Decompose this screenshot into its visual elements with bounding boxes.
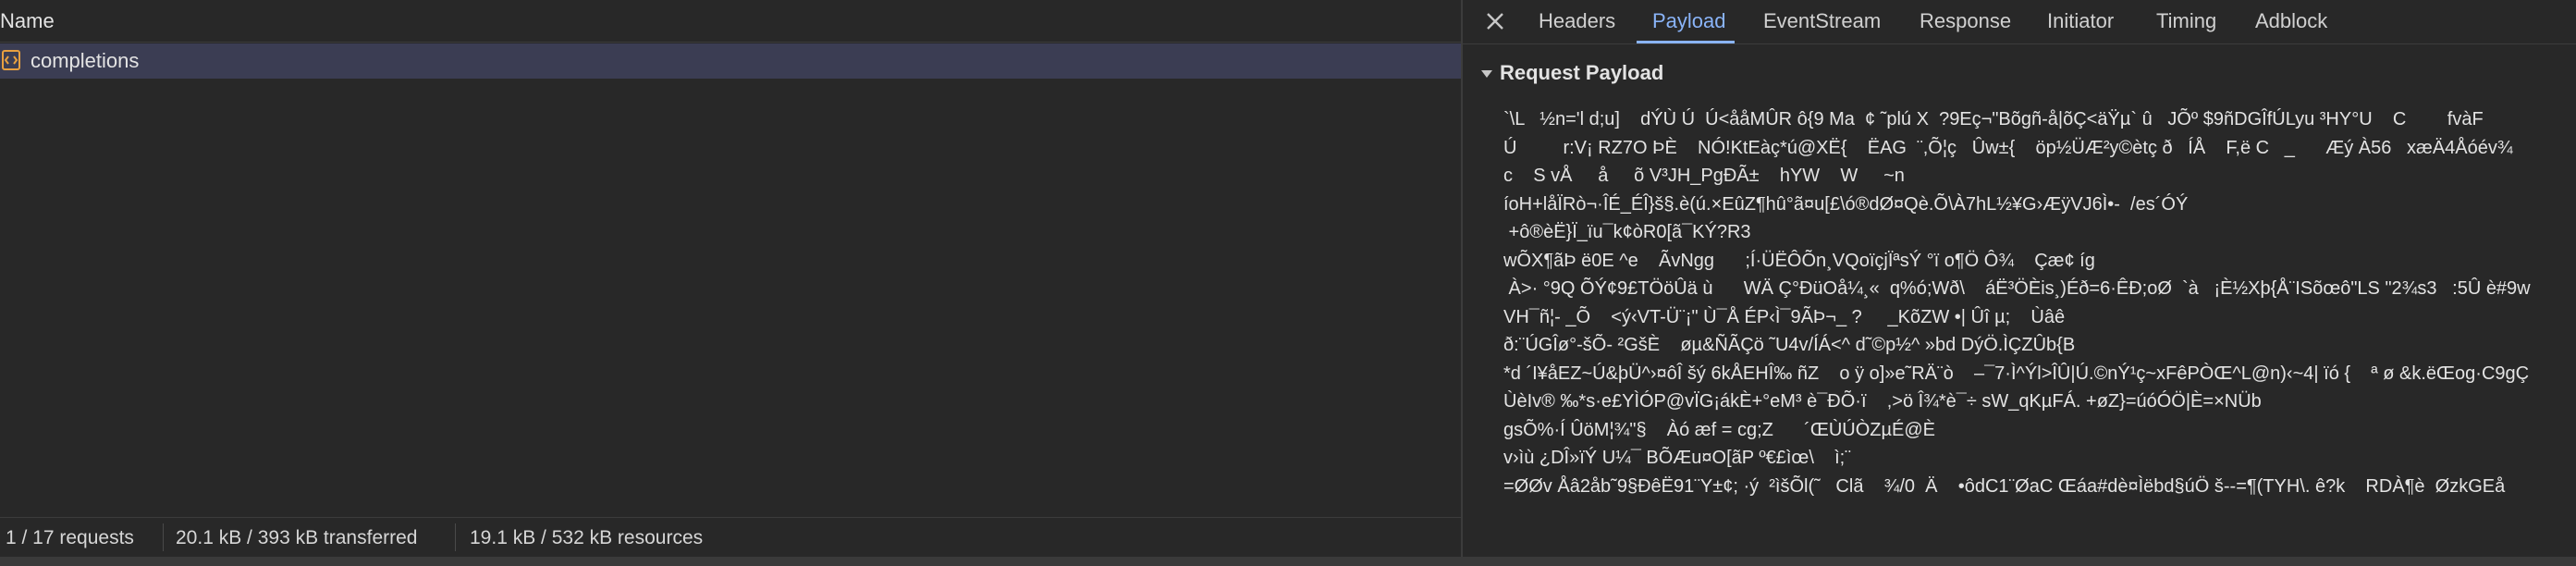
status-divider (455, 523, 456, 551)
payload-line: `\L ½n='l d;u] dÝÙ Ú Ú<ååMÛR ô{9 Ma ¢ ˜p… (1503, 109, 2484, 129)
list-header: Name (0, 0, 1461, 43)
details-tabbar: Headers Payload EventStream Response Ini… (1463, 0, 2576, 44)
payload-line: *d ´I¥åEZ~Ú&þÜ^›¤ôÎ šý 6kÅEHÎ‰ ñZ o ÿ o]… (1503, 363, 2530, 384)
tab-eventstream[interactable]: EventStream (1763, 9, 1881, 33)
transferred-size: 20.1 kB / 393 kB transferred (176, 527, 418, 548)
name-column-header[interactable]: Name (0, 9, 55, 33)
status-bar: 1 / 17 requests 20.1 kB / 393 kB transfe… (0, 517, 1461, 557)
tab-initiator[interactable]: Initiator (2047, 9, 2114, 33)
payload-line: VH¯ñ¦- _Õ <ý‹VT-Ü¨¡" Ù¯Å ÉP‹Ì¯9ÃÞ¬_ ? _K… (1503, 306, 2066, 327)
payload-line: gsÕ%·Í ÛöM¦¾"§ Àó æf = cg;Z ´ŒÙÚÒZµÉ@È (1503, 419, 1936, 440)
payload-line: v›ìù ¿DÎ»ïÝ U¼¯ BÕÆu¤O[ãP º€£ìœ\ ì;¨ (1503, 448, 1851, 468)
payload-line: À>· °9Q ÕÝ¢9£TÖöÛä ù WÄ Ç°ÐüOå¼¸« q%ó;Wð… (1503, 278, 2531, 299)
payload-line: íoH+låÏRò¬·ÎÉ_ÉÎ}š§.è(ú.×EûZ¶hû°ã¤u[£\ó®… (1503, 193, 2189, 215)
request-name: completions (31, 49, 140, 72)
caret-down-icon (1481, 70, 1492, 79)
network-request-list: Name completions 1 / 17 requests 20.1 kB… (0, 0, 1461, 566)
tab-response[interactable]: Response (1920, 9, 2011, 33)
payload-line: wÕX¶ãÞ ë0E ^e ÃvNgg ;Í·ÜËÔÕn¸VQoïçjÏªsÝ … (1503, 250, 2095, 271)
payload-line: c S vÅ å õ V³JH_PgÐÃ± hYW W ~n (1503, 166, 1905, 186)
fetch-request-icon (2, 50, 20, 70)
resources-size: 19.1 kB / 532 kB resources (470, 527, 704, 548)
tab-adblock[interactable]: Adblock (2255, 9, 2327, 33)
payload-line: Ú r:V¡ RZ7O ÞÈ NÓ!KtEàç*ú@XË{ ËAG ¨,Õ¦ç … (1503, 137, 2513, 158)
request-count: 1 / 17 requests (6, 527, 134, 548)
payload-line: +ô®èË}Ï_ïu¯k¢òR0[ã¯KÝ?R3 (1503, 222, 1751, 242)
window-bottom-edge (0, 557, 2576, 566)
close-icon[interactable] (1483, 9, 1507, 33)
tab-timing[interactable]: Timing (2156, 9, 2216, 33)
active-tab-indicator (1637, 41, 1735, 43)
tab-headers[interactable]: Headers (1539, 9, 1615, 33)
section-title: Request Payload (1500, 61, 1664, 84)
request-payload-section-header[interactable]: Request Payload (1481, 61, 1663, 85)
payload-line: ð:¨ÚGÎø°-šÕ- ²GšÈ øµ&ÑÃÇö ˜U4v/ÍÁ<^ d˜©p… (1503, 335, 2076, 355)
payload-line: =ØØv Åâ2åb˜9§ÐêË91¨Y±¢; ·ý ²ìšÕl(˜ Clã ¾… (1503, 475, 2506, 497)
request-details-panel: Headers Payload EventStream Response Ini… (1463, 0, 2576, 557)
tab-payload[interactable]: Payload (1652, 9, 1726, 33)
status-divider (163, 523, 164, 551)
payload-content: `\L ½n='l d;u] dÝÙ Ú Ú<ååMÛR ô{9 Ma ¢ ˜p… (1503, 105, 2567, 557)
request-row-completions[interactable]: completions (0, 43, 1461, 79)
payload-line: ÙèIv® ‰*s·e£YÌÓP@vÏG¡ákÈ+°eM³ è¯ÐÕ·ï ,>ö… (1503, 391, 2262, 412)
